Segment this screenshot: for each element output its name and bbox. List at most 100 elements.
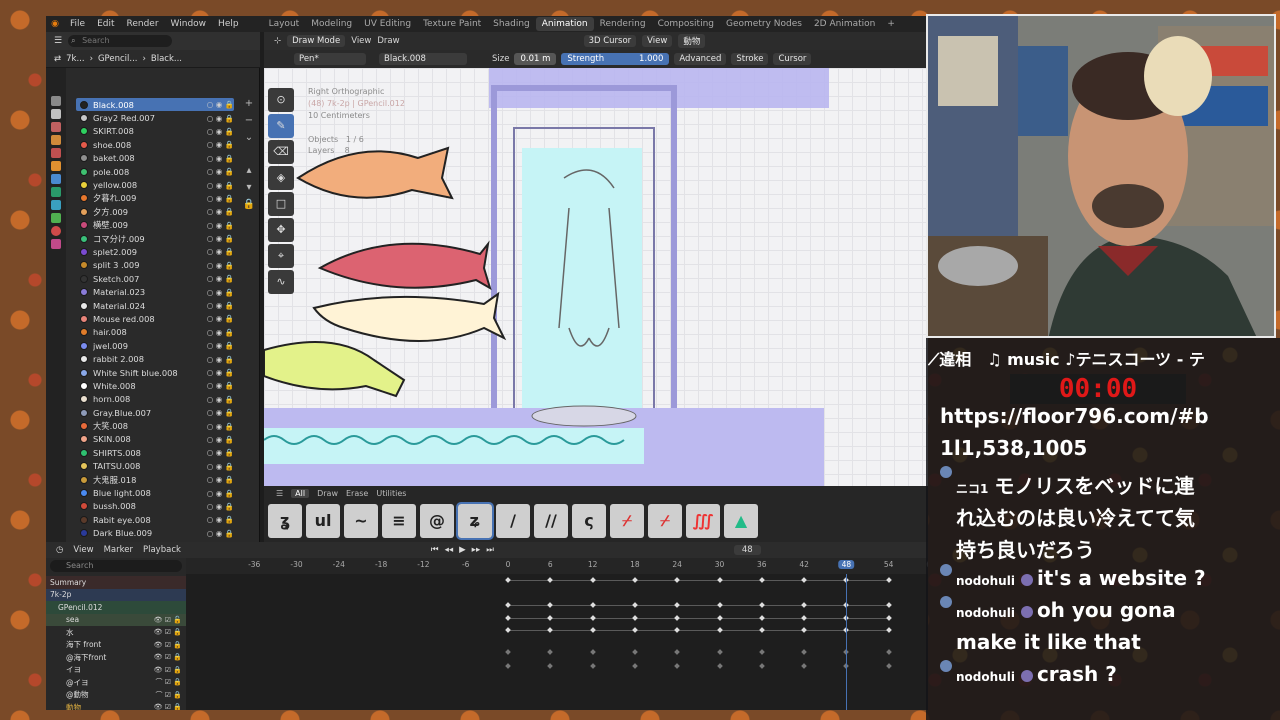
- brush-soft-icon[interactable]: /: [496, 504, 530, 538]
- texture-tab-icon[interactable]: [51, 239, 61, 249]
- brush-airbrush-icon[interactable]: ʓ: [268, 504, 302, 538]
- tab-geometry-nodes[interactable]: Geometry Nodes: [720, 17, 808, 31]
- material-slot[interactable]: TAITSU.008 ○ ◉ 🔒: [76, 460, 234, 473]
- shelf-tab-erase[interactable]: Erase: [346, 489, 368, 498]
- keyframe[interactable]: [505, 615, 511, 621]
- shelf-tab-all[interactable]: All: [291, 488, 310, 498]
- material-slot[interactable]: White Shift blue.008 ○ ◉ 🔒: [76, 366, 234, 379]
- keyframe[interactable]: [632, 649, 638, 655]
- advanced-dropdown[interactable]: Advanced: [674, 53, 727, 65]
- material-slot[interactable]: コマ分け.009 ○ ◉ 🔒: [76, 232, 234, 245]
- view-dropdown[interactable]: View: [642, 35, 673, 47]
- menu-help[interactable]: Help: [212, 19, 245, 29]
- view-menu[interactable]: View: [351, 36, 371, 46]
- layer-dropdown[interactable]: 動物: [678, 34, 706, 48]
- material-visibility-icons[interactable]: ○ ◉ 🔒: [207, 422, 234, 431]
- keyframe[interactable]: [674, 615, 681, 621]
- tab-layout[interactable]: Layout: [263, 17, 306, 31]
- material-slot[interactable]: SHIRTS.008 ○ ◉ 🔒: [76, 446, 234, 459]
- material-slot[interactable]: 大鬼服.018 ○ ◉ 🔒: [76, 473, 234, 486]
- material-visibility-icons[interactable]: ○ ◉ 🔒: [207, 489, 234, 498]
- brush-erase-soft-icon[interactable]: ⌿: [648, 504, 682, 538]
- channel-layer[interactable]: @海下front 👁 ☑ 🔒: [46, 651, 186, 664]
- keyframe[interactable]: [758, 602, 765, 608]
- output-tab-icon[interactable]: [51, 122, 61, 132]
- material-visibility-icons[interactable]: ○ ◉ 🔒: [207, 529, 234, 538]
- keyframe[interactable]: [885, 649, 892, 655]
- keyframe[interactable]: [716, 602, 723, 608]
- material-slot[interactable]: 横壁.009 ○ ◉ 🔒: [76, 219, 234, 232]
- material-visibility-icons[interactable]: ○ ◉ 🔒: [207, 341, 234, 350]
- transform-tool-icon[interactable]: ✥: [268, 218, 294, 242]
- keyframe[interactable]: [801, 649, 807, 655]
- material-slot[interactable]: Blue light.008 ○ ◉ 🔒: [76, 486, 234, 499]
- menu-edit[interactable]: Edit: [91, 19, 120, 29]
- keyframe[interactable]: [632, 602, 638, 608]
- material-slot[interactable]: Gray2 Red.007 ○ ◉ 🔒: [76, 111, 234, 124]
- keyframe[interactable]: [505, 627, 511, 633]
- menu-file[interactable]: File: [64, 19, 91, 29]
- keyframe[interactable]: [674, 649, 681, 655]
- keyframe[interactable]: [716, 615, 723, 621]
- keyframe[interactable]: [801, 602, 807, 608]
- placement-dropdown[interactable]: 3D Cursor: [583, 35, 637, 47]
- next-key-icon[interactable]: ▸▸: [472, 545, 481, 555]
- keyframe-area[interactable]: [186, 574, 928, 710]
- current-frame-field[interactable]: 48: [733, 545, 761, 555]
- data-tab-icon[interactable]: [51, 213, 61, 223]
- shelf-menu-icon[interactable]: ☰: [276, 489, 283, 498]
- visibility-icon[interactable]: 👁 ☑ 🔒: [154, 703, 186, 710]
- material-visibility-icons[interactable]: ○ ◉ 🔒: [207, 395, 234, 404]
- channel-layer[interactable]: 水 👁 ☑ 🔒: [46, 626, 186, 639]
- keyframe[interactable]: [547, 627, 554, 633]
- material-visibility-icons[interactable]: ○ ◉ 🔒: [207, 328, 234, 337]
- material-slot[interactable]: horn.008 ○ ◉ 🔒: [76, 393, 234, 406]
- material-visibility-icons[interactable]: ○ ◉ 🔒: [207, 288, 234, 297]
- dopesheet-marker-menu[interactable]: Marker: [104, 545, 133, 555]
- brush-dropdown[interactable]: Pen*: [294, 53, 366, 65]
- keyframe[interactable]: [716, 649, 723, 655]
- keyframe[interactable]: [885, 602, 892, 608]
- fill-tool-icon[interactable]: ◈: [268, 166, 294, 190]
- keyframe[interactable]: [632, 577, 638, 583]
- keyframe[interactable]: [885, 663, 892, 669]
- material-visibility-icons[interactable]: ○ ◉ 🔒: [207, 301, 234, 310]
- visibility-icon[interactable]: ⌒ ☑ 🔒: [156, 690, 186, 700]
- visibility-icon[interactable]: 👁 ☑ 🔒: [154, 628, 186, 636]
- material-visibility-icons[interactable]: ○ ◉ 🔒: [207, 448, 234, 457]
- erase-tool-icon[interactable]: ⌫: [268, 140, 294, 164]
- keyframe[interactable]: [547, 577, 554, 583]
- channel-gpencil[interactable]: GPencil.012: [46, 601, 186, 614]
- physics-tab-icon[interactable]: [51, 187, 61, 197]
- brush-ink-icon[interactable]: ul: [306, 504, 340, 538]
- keyframe[interactable]: [547, 615, 554, 621]
- add-workspace-button[interactable]: +: [881, 19, 901, 29]
- keyframe[interactable]: [632, 615, 638, 621]
- playhead-line[interactable]: [846, 574, 848, 710]
- material-slot[interactable]: Gray.Blue.007 ○ ◉ 🔒: [76, 406, 234, 419]
- material-slot[interactable]: yellow.008 ○ ◉ 🔒: [76, 178, 234, 191]
- tab-animation[interactable]: Animation: [535, 17, 594, 31]
- cursor-dropdown[interactable]: Cursor: [773, 53, 812, 65]
- material-slot[interactable]: jwel.009 ○ ◉ 🔒: [76, 339, 234, 352]
- current-frame-indicator[interactable]: 48: [838, 560, 855, 569]
- material-slot[interactable]: shoe.008 ○ ◉ 🔒: [76, 138, 234, 151]
- keyframe[interactable]: [547, 649, 554, 655]
- visibility-icon[interactable]: 👁 ☑ 🔒: [154, 666, 186, 674]
- keyframe[interactable]: [758, 577, 765, 583]
- keyframe[interactable]: [801, 627, 807, 633]
- render-tab-icon[interactable]: [51, 109, 61, 119]
- menu-window[interactable]: Window: [165, 19, 213, 29]
- keyframe[interactable]: [674, 627, 681, 633]
- material-visibility-icons[interactable]: ○ ◉ 🔒: [207, 154, 234, 163]
- material-visibility-icons[interactable]: ○ ◉ 🔒: [207, 435, 234, 444]
- tool-tab-icon[interactable]: [51, 96, 61, 106]
- drawing-canvas[interactable]: Right Orthographic (48) 7k-2p | GPencil.…: [264, 68, 928, 500]
- constraints-tab-icon[interactable]: [51, 200, 61, 210]
- material-visibility-icons[interactable]: ○ ◉ 🔒: [207, 274, 234, 283]
- brush-marker-icon[interactable]: ~: [344, 504, 378, 538]
- menu-render[interactable]: Render: [121, 19, 165, 29]
- keyframe[interactable]: [716, 627, 723, 633]
- keyframe[interactable]: [505, 649, 511, 655]
- material-visibility-icons[interactable]: ○ ◉ 🔒: [207, 221, 234, 230]
